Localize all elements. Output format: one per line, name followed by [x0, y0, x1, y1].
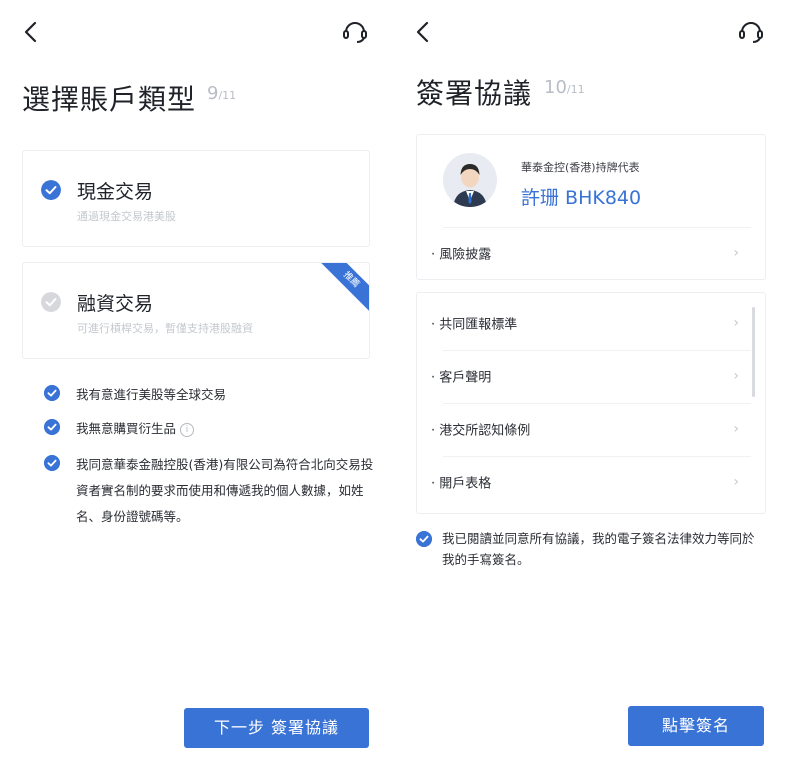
check-circle-icon — [44, 419, 60, 435]
option-margin-trading[interactable]: 融資交易 可進行槓桿交易，暫僅支持港股融資 推薦 — [22, 262, 370, 359]
chevron-right-icon: › — [733, 368, 739, 384]
page-title: 選擇賬戶類型 — [22, 83, 197, 116]
step-indicator: 9/11 — [207, 83, 236, 104]
doc-label: · 風險披露 — [431, 247, 492, 263]
option-title: 現金交易 — [77, 181, 154, 203]
consent-text: 我已閱讀並同意所有協議，我的電子簽名法律效力等同於我的手寫簽名。 — [442, 531, 755, 567]
check-circle-icon — [41, 292, 61, 312]
chevron-right-icon: › — [733, 245, 739, 261]
doc-row-risk-disclosure[interactable]: · 風險披露 › — [417, 227, 765, 279]
option-subtitle: 可進行槓桿交易，暫僅支持港股融資 — [77, 322, 253, 335]
representative-name: 許珊 BHK840 — [521, 187, 642, 209]
doc-row-account-form[interactable]: · 開戶表格 › — [417, 456, 765, 508]
chevron-left-icon[interactable] — [20, 18, 44, 46]
headset-icon[interactable] — [340, 16, 370, 46]
agreement-text: 我有意進行美股等全球交易 — [76, 387, 227, 402]
step-current: 9 — [207, 83, 219, 104]
representative-label: 華泰金控(香港)持牌代表 — [521, 161, 640, 174]
chevron-left-icon[interactable] — [412, 18, 436, 46]
step-total: /11 — [566, 83, 585, 96]
page-title: 簽署協議 — [416, 77, 533, 110]
doc-label: · 客戶聲明 — [431, 370, 492, 386]
step-current: 10 — [544, 77, 567, 98]
step-indicator: 10/11 — [544, 77, 585, 98]
account-type-screen: 選擇賬戶類型 9/11 現金交易 通過現金交易港美股 融資交易 可進行槓桿交易，… — [0, 0, 395, 775]
agreement-global-trading[interactable]: 我有意進行美股等全球交易 — [44, 382, 374, 408]
doc-label: · 共同匯報標準 — [431, 317, 518, 333]
avatar — [443, 153, 497, 207]
chevron-right-icon: › — [733, 421, 739, 437]
next-step-button[interactable]: 下一步 簽署協議 — [184, 708, 369, 748]
sign-agreement-screen: 簽署協議 10/11 華泰金控(香港)持牌代表 許珊 BHK840 · 風險披露… — [400, 0, 800, 775]
option-subtitle: 通過現金交易港美股 — [77, 210, 176, 223]
option-cash-trading[interactable]: 現金交易 通過現金交易港美股 — [22, 150, 370, 247]
doc-row-crs[interactable]: · 共同匯報標準 › — [417, 297, 765, 349]
info-icon[interactable]: i — [180, 422, 195, 437]
document-list[interactable]: · 共同匯報標準 › · 客戶聲明 › · 港交所認知條例 › · 開戶表格 › — [416, 292, 766, 514]
step-total: /11 — [218, 89, 237, 102]
sign-button[interactable]: 點擊簽名 — [628, 706, 764, 746]
doc-label: · 開戶表格 — [431, 476, 492, 492]
agreement-text: 我同意華泰金融控股(香港)有限公司為符合北向交易投資者實名制的要求而使用和傳遞我… — [76, 457, 374, 524]
doc-label: · 港交所認知條例 — [431, 423, 531, 439]
agreement-text: 我無意購買衍生品 — [76, 421, 177, 436]
option-title: 融資交易 — [77, 293, 154, 315]
doc-row-hkex-rules[interactable]: · 港交所認知條例 › — [417, 403, 765, 455]
check-circle-icon — [44, 385, 60, 401]
consent-checkbox[interactable]: 我已閱讀並同意所有協議，我的電子簽名法律效力等同於我的手寫簽名。 — [416, 528, 766, 570]
agreement-no-derivatives[interactable]: 我無意購買衍生品 i — [44, 416, 374, 442]
chevron-right-icon: › — [733, 474, 739, 490]
doc-row-client-declaration[interactable]: · 客戶聲明 › — [417, 350, 765, 402]
check-circle-icon — [44, 455, 60, 471]
check-circle-icon — [416, 531, 432, 547]
agreement-data-consent[interactable]: 我同意華泰金融控股(香港)有限公司為符合北向交易投資者實名制的要求而使用和傳遞我… — [44, 452, 374, 530]
representative-card: 華泰金控(香港)持牌代表 許珊 BHK840 · 風險披露 › — [416, 134, 766, 280]
check-circle-icon — [41, 180, 61, 200]
recommended-badge: 推薦 — [316, 263, 369, 315]
chevron-right-icon: › — [733, 315, 739, 331]
headset-icon[interactable] — [736, 16, 766, 46]
